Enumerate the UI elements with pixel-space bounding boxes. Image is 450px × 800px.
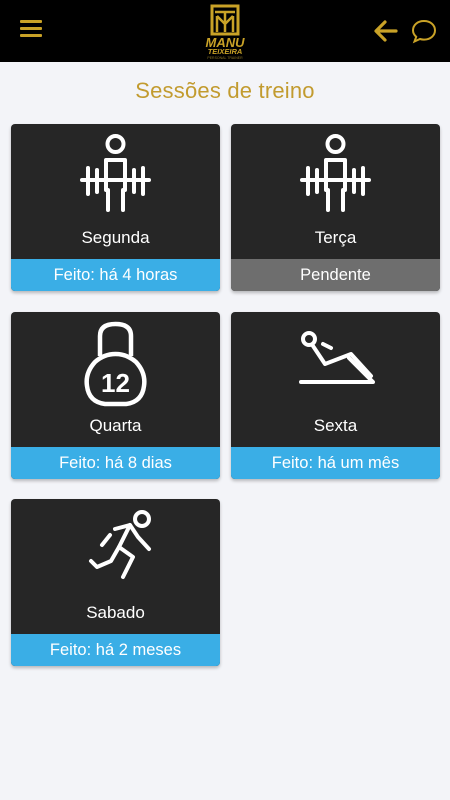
session-status-done: Feito: há um mês (231, 447, 440, 479)
running-icon (89, 510, 151, 579)
session-status-done: Feito: há 2 meses (11, 634, 220, 666)
session-status-done: Feito: há 8 dias (11, 447, 220, 479)
session-day-label: Quarta (89, 416, 142, 435)
weightlifting-icon (300, 134, 371, 212)
session-day-label: Sabado (86, 603, 145, 622)
brand-logo: MANU TEIXEIRA PERSONAL TRAINER (206, 4, 245, 60)
back-arrow-icon[interactable] (372, 19, 398, 43)
session-day-label: Segunda (81, 228, 150, 247)
session-card-quarta[interactable]: 12 Quarta Feito: há 8 dias (11, 312, 220, 479)
page-title: Sessões de treino (135, 78, 315, 103)
session-status-done: Feito: há 4 horas (11, 259, 220, 291)
top-app-bar: MANU TEIXEIRA PERSONAL TRAINER (0, 0, 450, 62)
session-status-pending: Pendente (231, 259, 440, 291)
menu-icon[interactable] (20, 20, 42, 40)
session-card-segunda[interactable]: Segunda Feito: há 4 horas (11, 124, 220, 291)
session-card-sabado[interactable]: Sabado Feito: há 2 meses (11, 499, 220, 666)
kettlebell-weight-label: 12 (101, 368, 130, 398)
svg-text:PERSONAL TRAINER: PERSONAL TRAINER (207, 56, 243, 60)
chat-bubble-icon[interactable] (410, 17, 438, 45)
weightlifting-icon (80, 134, 151, 212)
stretching-icon (299, 331, 375, 384)
kettlebell-icon: 12 (84, 321, 147, 407)
session-card-terca[interactable]: Terça Pendente (231, 124, 440, 291)
session-day-label: Terça (314, 228, 357, 247)
svg-text:TEIXEIRA: TEIXEIRA (208, 47, 243, 56)
session-card-sexta[interactable]: Sexta Feito: há um mês (231, 312, 440, 479)
session-day-label: Sexta (313, 416, 358, 435)
